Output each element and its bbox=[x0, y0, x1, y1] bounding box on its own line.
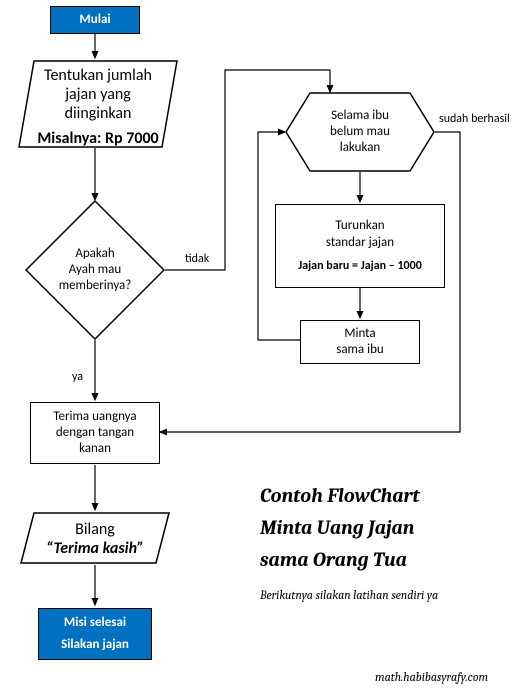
terima-l1: Terima uangnya bbox=[53, 409, 136, 425]
input-example-value: Rp 7000 bbox=[105, 129, 159, 148]
turunkan-l2: standar jajan bbox=[326, 235, 394, 251]
step-terima: Terima uangnya dengan tangan kanan bbox=[30, 402, 160, 464]
diagram-title: Contoh FlowChart Minta Uang Jajan sama O… bbox=[260, 480, 420, 576]
turunkan-l1: Turunkan bbox=[335, 218, 384, 234]
loop-c2: belum mau bbox=[330, 124, 390, 140]
title-l3: sama Orang Tua bbox=[260, 544, 420, 576]
loop-c3: lakukan bbox=[330, 140, 390, 156]
start-terminal: Mulai bbox=[50, 6, 140, 34]
diagram-footer: math.habibasyrafy.com bbox=[375, 670, 488, 684]
turunkan-formula: Jajan baru = Jajan – 1000 bbox=[298, 259, 422, 274]
input-line2: jajan yang bbox=[32, 85, 164, 104]
start-label: Mulai bbox=[79, 12, 110, 28]
output-bilang: Bilang “Terima kasih” bbox=[20, 512, 170, 564]
minta-l1: Minta bbox=[344, 326, 375, 342]
end-l1: Misi selesai bbox=[64, 615, 126, 631]
diagram-subtitle: Berikutnya silakan latihan sendiri ya bbox=[260, 588, 438, 602]
step-minta-ibu: Minta sama ibu bbox=[300, 320, 420, 364]
terima-l3: kanan bbox=[79, 441, 111, 457]
bilang-l1: Bilang bbox=[38, 520, 152, 539]
decision-ayah: Apakah Ayah mau memberinya? bbox=[25, 200, 165, 340]
minta-l2: sama ibu bbox=[336, 342, 384, 358]
label-sudah-berhasil: sudah berhasil bbox=[439, 112, 510, 126]
title-l1: Contoh FlowChart bbox=[260, 480, 420, 512]
decision-l2: Ayah mau bbox=[59, 262, 132, 278]
input-example-label: Misalnya: bbox=[37, 129, 101, 148]
end-terminal: Misi selesai Silakan jajan bbox=[38, 608, 152, 660]
loop-condition: Selama ibu belum mau lakukan bbox=[285, 92, 435, 172]
step-turunkan: Turunkan standar jajan Jajan baru = Jaja… bbox=[275, 204, 445, 288]
title-l2: Minta Uang Jajan bbox=[260, 512, 420, 544]
input-jajan: Tentukan jumlah jajan yang diinginkan Mi… bbox=[18, 60, 178, 148]
end-l2: Silakan jajan bbox=[61, 637, 129, 653]
loop-c1: Selama ibu bbox=[330, 108, 390, 124]
decision-l3: memberinya? bbox=[59, 278, 132, 294]
input-line3: diinginkan bbox=[32, 104, 164, 123]
label-ya: ya bbox=[72, 370, 83, 384]
input-line1: Tentukan jumlah bbox=[32, 66, 164, 85]
label-tidak: tidak bbox=[185, 252, 209, 266]
bilang-l2: “Terima kasih” bbox=[38, 539, 152, 558]
decision-l1: Apakah bbox=[59, 246, 132, 262]
terima-l2: dengan tangan bbox=[56, 425, 134, 441]
